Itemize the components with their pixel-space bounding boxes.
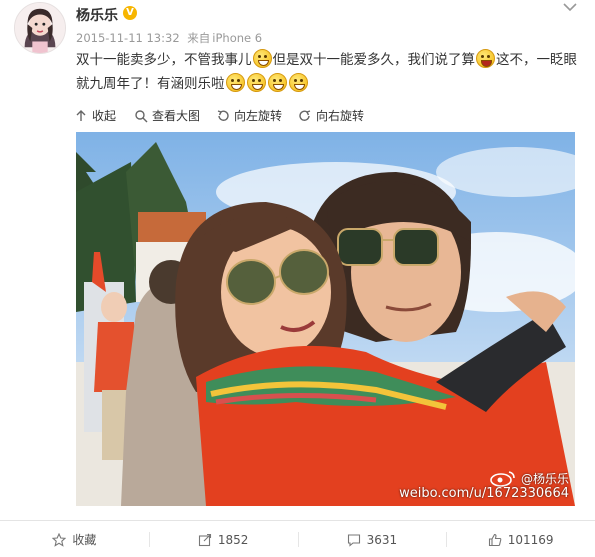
watermark-handle-text: @杨乐乐 (520, 471, 569, 486)
photo-watermark-handle: @杨乐乐 (489, 469, 569, 487)
post-meta: 2015-11-11 13:32 来自 iPhone 6 (76, 30, 266, 46)
comment-count: 3631 (366, 532, 398, 547)
grin-emoticon-icon (288, 73, 308, 92)
couple-selfie-image (76, 132, 575, 506)
search-icon (135, 109, 148, 122)
repost-count: 1852 (217, 532, 249, 547)
rotate-left-icon (217, 109, 229, 121)
smile-emoticon-icon (252, 49, 272, 68)
collapse-button[interactable]: 收起 (74, 107, 116, 124)
avatar[interactable] (14, 2, 66, 54)
laugh-emoticon-icon (476, 49, 495, 68)
chevron-down-icon[interactable] (563, 2, 577, 12)
repost-button[interactable]: 1852 (148, 521, 298, 557)
grin-emoticon-icon (267, 73, 287, 92)
rotate-right-button[interactable]: 向右旋转 (298, 107, 364, 124)
comment-button[interactable]: 3631 (297, 521, 447, 557)
view-large-label: 查看大图 (152, 109, 201, 123)
post-text-part-2: 但是双十一能爱多久，我们说了算 (272, 52, 476, 68)
post-photo[interactable]: @杨乐乐 weibo.com/u/1672330664 (76, 132, 575, 506)
collapse-label: 收起 (92, 109, 117, 123)
media-toolbar: 收起 查看大图 向左旋转 向右旋转 (62, 100, 595, 130)
grin-emoticon-icon (246, 73, 266, 92)
post-text-part-1: 双十一能卖多少，不管我事儿 (76, 52, 252, 68)
repost-icon (198, 533, 211, 546)
photo-watermark-url: weibo.com/u/1672330664 (399, 486, 569, 501)
thumbs-up-icon (488, 533, 502, 546)
username[interactable]: 杨乐乐 (76, 5, 118, 25)
view-large-button[interactable]: 查看大图 (134, 107, 200, 124)
rotate-right-label: 向右旋转 (316, 109, 365, 123)
post-text: 双十一能卖多少，不管我事儿 但是双十一能爱多久，我们说了算 这不，一眨眼就九周年了！… (76, 48, 584, 96)
post-source[interactable]: iPhone 6 (212, 31, 262, 45)
rotate-right-icon (299, 109, 311, 121)
comment-icon (347, 533, 360, 547)
favorite-button[interactable]: 收藏 (0, 521, 149, 557)
like-button[interactable]: 101169 (446, 521, 595, 557)
weibo-post-card: 杨乐乐 V 2015-11-11 13:32 来自 iPhone 6 双十一能卖多… (0, 0, 595, 520)
weibo-logo-icon (490, 471, 515, 487)
star-icon (52, 532, 67, 547)
arrow-up-icon (76, 109, 86, 121)
rotate-left-label: 向左旋转 (234, 109, 283, 123)
post-action-bar: 收藏 1852 3631 101169 (0, 520, 595, 557)
favorite-label: 收藏 (72, 533, 97, 547)
hug-emoticon-icon (225, 73, 245, 92)
like-count: 101169 (507, 532, 554, 547)
rotate-left-button[interactable]: 向左旋转 (216, 107, 282, 124)
post-source-prefix: 来自 (187, 31, 211, 45)
post-timestamp[interactable]: 2015-11-11 13:32 (76, 31, 180, 45)
verified-badge-icon: V (123, 6, 137, 20)
